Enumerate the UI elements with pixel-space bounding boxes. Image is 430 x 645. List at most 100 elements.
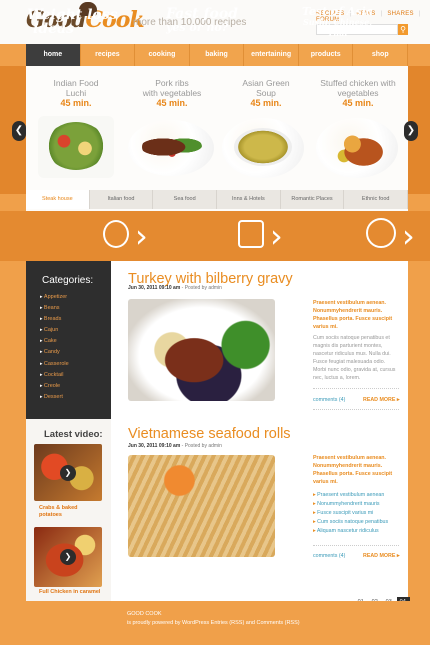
categories-panel: Categories: Appetizer Beans Breads Cajun… (26, 261, 111, 419)
banner-fast-food[interactable]: Fast food yes or no? (166, 7, 238, 51)
category-item[interactable]: Candy (40, 347, 69, 358)
slide-subtitle: vegetables (337, 88, 379, 98)
post-image-turkey[interactable] (128, 299, 275, 401)
divider (313, 545, 399, 546)
categories-list: Appetizer Beans Breads Cajun Cake Candy … (40, 292, 69, 403)
slide-title: Indian Food (53, 78, 99, 88)
slide-time: 45 min. (342, 98, 374, 108)
dish-image-salad[interactable] (38, 116, 114, 178)
dragon-icon (366, 218, 396, 248)
category-item[interactable]: Breads (40, 314, 69, 325)
post-meta: Jun 30, 2011 09:10 am - Posted by admin (128, 285, 222, 291)
banner-text: Thai (327, 28, 348, 38)
category-item[interactable]: Cake (40, 336, 69, 347)
categories-title: Categories: (42, 275, 94, 286)
footer: GOOD COOK is proudly powered by WordPres… (0, 601, 430, 645)
post-list-item[interactable]: Fusce suscipit varius mi (313, 509, 399, 518)
post-list-item[interactable]: Nonummyhendrerit mauris (313, 500, 399, 509)
slide-subtitle: Soup (256, 88, 276, 98)
banner-weight-loss[interactable]: Weight loss ideas (27, 8, 118, 52)
video-caption-line: potatoes (39, 512, 62, 518)
category-item[interactable]: Beans (40, 303, 69, 314)
post-date: Jun 30, 2011 09:10 am (128, 443, 181, 449)
post-list: Praesent vestibulum aenean Nonummyhendre… (313, 491, 399, 536)
chevron-right-icon: › (402, 217, 415, 255)
latest-video-panel: Latest video: ❯ Crabs & baked potatoes ❯… (26, 419, 111, 601)
tab-romantic-places[interactable]: Romantic Places (281, 190, 345, 209)
post-lead: Praesent vestibulum aenean. Nonummyhendr… (313, 300, 393, 330)
post-excerpt: Praesent vestibulum aenean. Nonummyhendr… (313, 299, 399, 382)
tab-ethnic-food[interactable]: Ethnic food (344, 190, 409, 209)
search-icon[interactable]: ⚲ (398, 24, 408, 35)
footer-text: is proudly powered by WordPress Entries … (127, 620, 300, 626)
banner-text: yes or no? (166, 21, 229, 34)
post-meta: Jun 30, 2011 09:10 am - Posted by admin (128, 443, 222, 449)
nav-entertaining[interactable]: entertaining (244, 44, 299, 66)
post-title[interactable]: Vietnamese seafood rolls (128, 426, 291, 442)
slide-title: Asian Green (242, 78, 290, 88)
slide-1[interactable]: Indian Food Luchi 45 min. (32, 78, 120, 109)
banner-text: Weight loss (27, 7, 118, 23)
divider (313, 388, 399, 389)
slider-tabs: Steak house Italian food Sea food Inns &… (26, 190, 409, 209)
video-caption[interactable]: Full Chicken in caramel (39, 589, 100, 596)
play-icon[interactable]: ❯ (60, 465, 76, 481)
banner-text: ideas (33, 21, 74, 37)
slide-2[interactable]: Pork ribs with vegetables 45 min. (128, 78, 216, 109)
banner-text: Test of Asia (302, 5, 373, 18)
post-list-item[interactable]: Praesent vestibulum aenean (313, 491, 399, 500)
video-caption-line: Crabs & baked (39, 505, 78, 511)
slide-title: Stuffed chicken with (320, 78, 396, 88)
video-caption[interactable]: Crabs & baked potatoes (39, 505, 78, 519)
banner-text: Sushi, Chinese, (302, 17, 372, 27)
category-item[interactable]: Casserole (40, 359, 69, 370)
dish-image-soup[interactable] (222, 118, 304, 178)
post-author: - Posted by admin (181, 443, 222, 449)
slider-next-arrow[interactable]: ❯ (404, 121, 418, 141)
tab-sea-food[interactable]: Sea food (153, 190, 218, 209)
pepper-icon (103, 220, 129, 248)
tab-inns-hotels[interactable]: Inns & Hotels (217, 190, 281, 209)
banner-text: Fast food (166, 6, 238, 22)
slider-prev-arrow[interactable]: ❮ (12, 121, 26, 141)
top-link-shares[interactable]: SHARES (387, 11, 413, 17)
post-lead: Praesent vestibulum aenean. Nonummyhendr… (313, 455, 393, 485)
post-author: - Posted by admin (181, 285, 222, 291)
slide-subtitle: with vegetables (142, 88, 202, 98)
dish-image-chicken[interactable] (316, 118, 398, 178)
comments-link[interactable]: comments (4) (313, 553, 345, 559)
category-item[interactable]: Cajun (40, 325, 69, 336)
play-icon[interactable]: ❯ (60, 549, 76, 565)
slide-subtitle: Luchi (65, 88, 87, 98)
post-image-seafood-rolls[interactable] (128, 455, 275, 557)
slide-time: 45 min. (250, 98, 282, 108)
tab-italian-food[interactable]: Italian food (90, 190, 154, 209)
chevron-right-icon: › (135, 217, 148, 255)
latest-video-title: Latest video: (44, 429, 103, 440)
posts-area: Turkey with bilberry gravy Jun 30, 2011 … (111, 261, 408, 601)
tab-steak-house[interactable]: Steak house (26, 190, 90, 209)
post-list-item[interactable]: Cum sociis natoque penatibus (313, 518, 399, 527)
read-more-link[interactable]: READ MORE ▸ (363, 553, 400, 559)
divider (313, 409, 399, 410)
fast-food-icon (238, 220, 264, 248)
footer-title: GOOD COOK (127, 611, 162, 617)
post-body: Cum sociis natoque penatibus et magnis d… (313, 335, 396, 381)
banner-taste-of-asia[interactable]: Test of Asia Sushi, Chinese, Thai (302, 6, 373, 50)
slide-time: 45 min. (156, 98, 188, 108)
read-more-link[interactable]: READ MORE ▸ (363, 397, 400, 403)
slide-time: 45 min. (60, 98, 92, 108)
category-item[interactable]: Cocktail (40, 370, 69, 381)
category-item[interactable]: Appetizer (40, 292, 69, 303)
slide-title: Pork ribs (155, 78, 189, 88)
category-item[interactable]: Dessert (40, 392, 69, 403)
chevron-right-icon: › (270, 217, 283, 255)
dish-image-ribs[interactable] (128, 120, 214, 176)
slide-3[interactable]: Asian Green Soup 45 min. (222, 78, 310, 109)
comments-link[interactable]: comments (4) (313, 397, 345, 403)
slide-4[interactable]: Stuffed chicken with vegetables 45 min. (314, 78, 402, 109)
post-excerpt: Praesent vestibulum aenean. Nonummyhendr… (313, 454, 399, 536)
post-date: Jun 30, 2011 09:10 am (128, 285, 181, 291)
post-list-item[interactable]: Aliquam nascetur ridiculus (313, 527, 399, 536)
category-item[interactable]: Creole (40, 381, 69, 392)
